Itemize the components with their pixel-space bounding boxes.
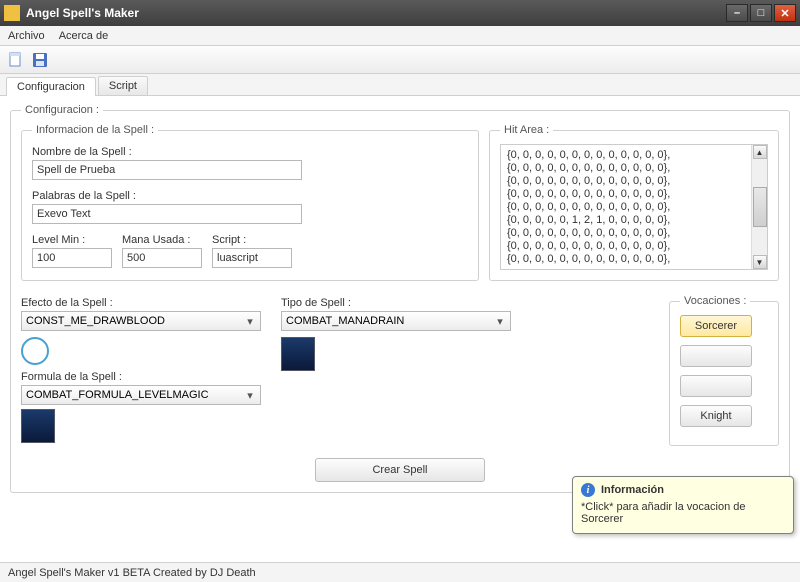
label-level: Level Min : (32, 234, 112, 246)
label-effect: Efecto de la Spell : (21, 297, 271, 309)
label-type: Tipo de Spell : (281, 297, 521, 309)
legend-configuracion: Configuracion : (21, 104, 103, 116)
hitarea-line: {0, 0, 0, 0, 0, 0, 0, 0, 0, 0, 0, 0, 0}, (507, 162, 765, 175)
input-spell-name[interactable] (32, 160, 302, 180)
combo-formula[interactable]: COMBAT_FORMULA_LEVELMAGIC ▾ (21, 385, 261, 405)
menubar: Archivo Acerca de (0, 26, 800, 46)
statusbar: Angel Spell's Maker v1 BETA Created by D… (0, 562, 800, 582)
hitarea-line: {0, 0, 0, 0, 0, 0, 0, 0, 0, 0, 0, 0, 0}, (507, 253, 765, 266)
formula-preview-icon (21, 409, 55, 443)
tabstrip: Configuracion Script (0, 74, 800, 96)
legend-info: Informacion de la Spell : (32, 124, 158, 136)
status-text: Angel Spell's Maker v1 BETA Created by D… (8, 567, 256, 579)
hitarea-line: {0, 0, 0, 0, 0, 0, 0, 0, 0, 0, 0, 0, 0}, (507, 240, 765, 253)
combo-effect[interactable]: CONST_ME_DRAWBLOOD ▾ (21, 311, 261, 331)
input-script[interactable] (212, 248, 292, 268)
content-area: Configuracion : Informacion de la Spell … (0, 96, 800, 507)
toolbar (0, 46, 800, 74)
tab-script[interactable]: Script (98, 76, 148, 95)
chevron-down-icon: ▾ (492, 315, 508, 328)
save-icon[interactable] (32, 52, 48, 68)
scroll-down-icon[interactable]: ▼ (753, 255, 767, 269)
label-formula: Formula de la Spell : (21, 371, 271, 383)
label-script: Script : (212, 234, 292, 246)
combo-formula-value: COMBAT_FORMULA_LEVELMAGIC (26, 389, 209, 401)
label-mana: Mana Usada : (122, 234, 202, 246)
group-hitarea: Hit Area : {0, 0, 0, 0, 0, 0, 0, 0, 0, 0… (489, 124, 779, 281)
hitarea-scrollbar[interactable]: ▲ ▼ (751, 145, 767, 269)
hitarea-line: {0, 0, 0, 0, 0, 0, 0, 0, 0, 0, 0, 0, 0}, (507, 227, 765, 240)
chevron-down-icon: ▾ (242, 315, 258, 328)
combo-type-value: COMBAT_MANADRAIN (286, 315, 404, 327)
close-button[interactable]: ✕ (774, 4, 796, 22)
tooltip-balloon: i Información *Click* para añadir la voc… (572, 476, 794, 534)
tab-configuracion[interactable]: Configuracion (6, 77, 96, 96)
chevron-down-icon: ▾ (242, 389, 258, 402)
hitarea-line: {0, 0, 0, 0, 0, 0, 0, 0, 0, 0, 0, 0, 0}, (507, 188, 765, 201)
vocation-hidden-button-2[interactable] (680, 375, 752, 397)
scroll-thumb[interactable] (753, 187, 767, 227)
window-title: Angel Spell's Maker (26, 6, 724, 20)
maximize-button[interactable]: □ (750, 4, 772, 22)
type-preview-icon (281, 337, 315, 371)
hitarea-line: {0, 0, 0, 0, 0, 1, 2, 1, 0, 0, 0, 0, 0}, (507, 214, 765, 227)
hitarea-line: {0, 0, 0, 0, 0, 0, 0, 0, 0, 0, 0, 0, 0}, (507, 175, 765, 188)
input-mana[interactable] (122, 248, 202, 268)
group-info-spell: Informacion de la Spell : Nombre de la S… (21, 124, 479, 281)
menu-about[interactable]: Acerca de (59, 30, 109, 42)
hitarea-line: {0, 0, 0, 0, 0, 0, 0, 0, 0, 0, 0, 0, 0}, (507, 201, 765, 214)
hitarea-text[interactable]: {0, 0, 0, 0, 0, 0, 0, 0, 0, 0, 0, 0, 0},… (500, 144, 768, 270)
combo-effect-value: CONST_ME_DRAWBLOOD (26, 315, 165, 327)
group-configuracion: Configuracion : Informacion de la Spell … (10, 104, 790, 493)
legend-hitarea: Hit Area : (500, 124, 553, 136)
app-icon (4, 5, 20, 21)
vocation-knight-button[interactable]: Knight (680, 405, 752, 427)
label-words: Palabras de la Spell : (32, 190, 468, 202)
menu-file[interactable]: Archivo (8, 30, 45, 42)
legend-vocaciones: Vocaciones : (680, 295, 750, 307)
info-icon: i (581, 483, 595, 497)
label-name: Nombre de la Spell : (32, 146, 468, 158)
tooltip-title: Información (601, 484, 664, 496)
scroll-up-icon[interactable]: ▲ (753, 145, 767, 159)
minimize-button[interactable]: – (726, 4, 748, 22)
effect-preview-icon (21, 337, 49, 365)
hitarea-line: {0, 0, 0, 0, 0, 0, 0, 0, 0, 0, 0, 0, 0}, (507, 149, 765, 162)
vocation-hidden-button-1[interactable] (680, 345, 752, 367)
new-file-icon[interactable] (8, 52, 24, 68)
input-level-min[interactable] (32, 248, 112, 268)
group-vocaciones: Vocaciones : Sorcerer Knight (669, 295, 779, 446)
vocation-sorcerer-button[interactable]: Sorcerer (680, 315, 752, 337)
tooltip-body: *Click* para añadir la vocacion de Sorce… (581, 501, 785, 525)
input-spell-words[interactable] (32, 204, 302, 224)
create-spell-button[interactable]: Crear Spell (315, 458, 485, 482)
combo-type[interactable]: COMBAT_MANADRAIN ▾ (281, 311, 511, 331)
titlebar: Angel Spell's Maker – □ ✕ (0, 0, 800, 26)
